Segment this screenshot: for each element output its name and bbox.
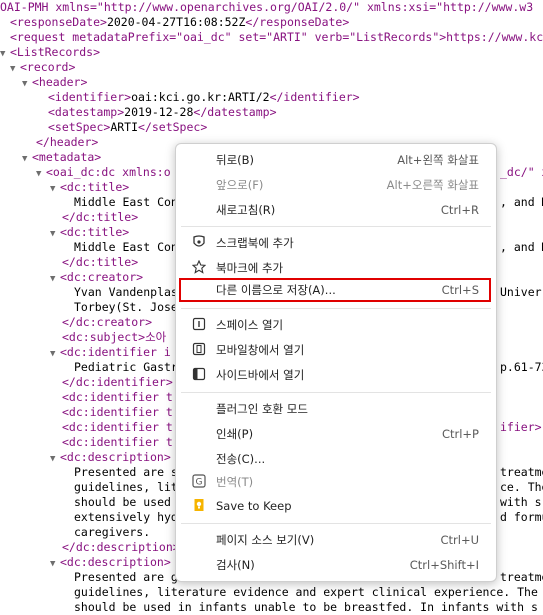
- xml-line-header[interactable]: ▼ <header>: [22, 75, 87, 90]
- xml-line-root: OAI-PMH xmlns="http://www.openarchives.o…: [0, 0, 533, 15]
- collapse-triangle-icon[interactable]: ▼: [36, 167, 46, 182]
- xml-line-listrecords[interactable]: ▼ <ListRecords>: [0, 45, 100, 60]
- dc-description-close: </dc:description>: [62, 540, 180, 554]
- dc-creator-text-2: Torbey(St. Jose: [74, 300, 178, 314]
- xml-line-datestamp: <datestamp>2019-12-28</datestamp>: [48, 105, 277, 119]
- menu-item-back[interactable]: 뒤로(B) Alt+왼쪽 화살표: [176, 148, 496, 172]
- xml-line-dc-identifier[interactable]: ▼ <dc:identifier i: [50, 345, 171, 360]
- dc-title-close: </dc:title>: [62, 210, 139, 224]
- star-icon: [191, 259, 207, 276]
- desc-p4-right: d formu: [500, 510, 543, 524]
- dc-creator-text-right: Univer: [500, 285, 542, 299]
- menu-item-send[interactable]: 전송(C)...: [176, 447, 496, 471]
- dc-title-text: Middle East Con: [74, 195, 178, 209]
- xml-line-record[interactable]: ▼ <record>: [10, 60, 75, 75]
- xml-oai-pmh-tag: OAI-PMH xmlns="http://www.openarchives.o…: [0, 0, 534, 14]
- scrapbook-icon: [191, 235, 207, 251]
- xml-line-dc-description[interactable]: ▼ <dc:description>: [50, 450, 171, 465]
- svg-text:G: G: [196, 478, 203, 488]
- dc-identifier-t-1: <dc:identifier t: [62, 390, 173, 404]
- dc-identifier-t-3: <dc:identifier t: [62, 420, 173, 434]
- collapse-triangle-icon[interactable]: ▼: [22, 152, 32, 167]
- menu-separator: [181, 392, 491, 393]
- dc-identifier-t-4: <dc:identifier t: [62, 435, 173, 449]
- mobile-icon: [191, 342, 207, 358]
- collapse-triangle-icon[interactable]: ▼: [10, 62, 20, 77]
- menu-item-translate[interactable]: G 번역(T): [176, 470, 496, 494]
- menu-separator: [181, 308, 491, 309]
- dc-creator-close: </dc:creator>: [62, 315, 153, 329]
- xml-line-dc-creator[interactable]: ▼ <dc:creator>: [50, 270, 143, 285]
- menu-item-save-to-keep[interactable]: Save to Keep: [176, 494, 496, 518]
- menu-item-forward[interactable]: 앞으로(F) Alt+오른쪽 화살표: [176, 173, 496, 197]
- desc-p1-right: treatme: [500, 465, 543, 479]
- menu-item-reload[interactable]: 새로고침(R) Ctrl+R: [176, 198, 496, 222]
- collapse-triangle-icon[interactable]: ▼: [22, 77, 32, 92]
- dc-identifier-text-right: p.61-73: [500, 360, 543, 374]
- desc2-p1: Presented are g: [74, 570, 178, 584]
- dc-identifier-text: Pediatric Gastr: [74, 360, 178, 374]
- menu-item-inspect[interactable]: 검사(N) Ctrl+Shift+I: [176, 553, 496, 577]
- datestamp-value: 2019-12-28: [124, 105, 194, 119]
- menu-item-open-space[interactable]: 스페이스 열기: [176, 313, 496, 337]
- desc-p5: caregivers.: [74, 525, 151, 539]
- desc-p1: Presented are s: [74, 465, 178, 479]
- sidebar-icon: [191, 367, 207, 383]
- request-tag: <request metadataPrefix="oai_dc" set="AR…: [10, 30, 543, 44]
- desc-p2-right: ce. The: [500, 480, 543, 494]
- desc2-p3: should be used in infants unable to be b…: [74, 600, 538, 614]
- menu-item-view-source[interactable]: 페이지 소스 보기(V) Ctrl+U: [176, 528, 496, 552]
- desc2-p1-right: treatme: [500, 570, 543, 584]
- menu-item-add-bookmark[interactable]: 북마크에 추가: [176, 256, 496, 280]
- dc-identifier-t-2: <dc:identifier t: [62, 405, 173, 419]
- desc-p2: guidelines, lit: [74, 480, 178, 494]
- save-as-highlight-box: [179, 278, 491, 302]
- xml-line-header-close: </header>: [36, 135, 99, 149]
- menu-item-plugin-compat[interactable]: 플러그인 호환 모드: [176, 397, 496, 421]
- setspec-value: ARTI: [110, 120, 139, 134]
- dc-title-text-2-right: , and M: [500, 240, 543, 254]
- identifier-value: oai:kci.go.kr:ARTI/2: [131, 90, 270, 104]
- dc-creator-text: Yvan Vandenplas: [74, 285, 178, 299]
- dc-title-close-2: </dc:title>: [62, 255, 139, 269]
- dc-title-text-right: , and M: [500, 195, 543, 209]
- menu-item-open-sidebar[interactable]: 사이드바에서 열기: [176, 363, 496, 387]
- xml-line-oai-dc[interactable]: ▼ <oai_dc:dc xmlns:o: [36, 165, 171, 180]
- desc-p3-right: with s: [500, 495, 542, 509]
- collapse-triangle-icon[interactable]: ▼: [0, 47, 10, 62]
- xml-line-request: <request metadataPrefix="oai_dc" set="AR…: [10, 30, 543, 45]
- spaces-icon: [191, 317, 207, 333]
- menu-separator: [181, 226, 491, 227]
- dc-identifier-close: </dc:identifier>: [62, 375, 173, 389]
- keep-icon: [191, 498, 207, 514]
- xml-line-identifier: <identifier>oai:kci.go.kr:ARTI/2</identi…: [48, 90, 360, 104]
- menu-item-add-scrapbook[interactable]: 스크랩북에 추가: [176, 231, 496, 255]
- response-date-value: 2020-04-27T16:08:52Z: [106, 15, 246, 29]
- xml-line-metadata[interactable]: ▼ <metadata>: [22, 150, 101, 165]
- menu-item-open-mobile[interactable]: 모바일창에서 열기: [176, 338, 496, 362]
- menu-item-print[interactable]: 인쇄(P) Ctrl+P: [176, 422, 496, 446]
- xml-line-dc-description-2[interactable]: ▼ <dc:description>: [50, 555, 171, 570]
- xml-line-setspec: <setSpec>ARTI</setSpec>: [48, 120, 208, 134]
- dc-identifier-t-3-right: ifier>: [500, 420, 542, 434]
- xml-line-response-date: <responseDate>2020-04-27T16:08:52Z</resp…: [10, 15, 350, 29]
- desc2-p2: guidelines, literature evidence and expe…: [74, 585, 538, 599]
- xml-line-dc-title[interactable]: ▼ <dc:title>: [50, 180, 129, 195]
- context-menu: 뒤로(B) Alt+왼쪽 화살표 앞으로(F) Alt+오른쪽 화살표 새로고침…: [175, 143, 497, 582]
- xml-line-dc-title-2[interactable]: ▼ <dc:title>: [50, 225, 129, 240]
- dc-subject: <dc:subject>소아: [62, 330, 167, 344]
- dc-title-text-2: Middle East Con: [74, 240, 178, 254]
- translate-icon: G: [191, 474, 207, 490]
- menu-separator: [181, 523, 491, 524]
- xml-line-oai-dc-right: _dc/" x: [500, 165, 543, 179]
- desc-p4: extensively hyd: [74, 510, 178, 524]
- desc-p3: should be used: [74, 495, 171, 509]
